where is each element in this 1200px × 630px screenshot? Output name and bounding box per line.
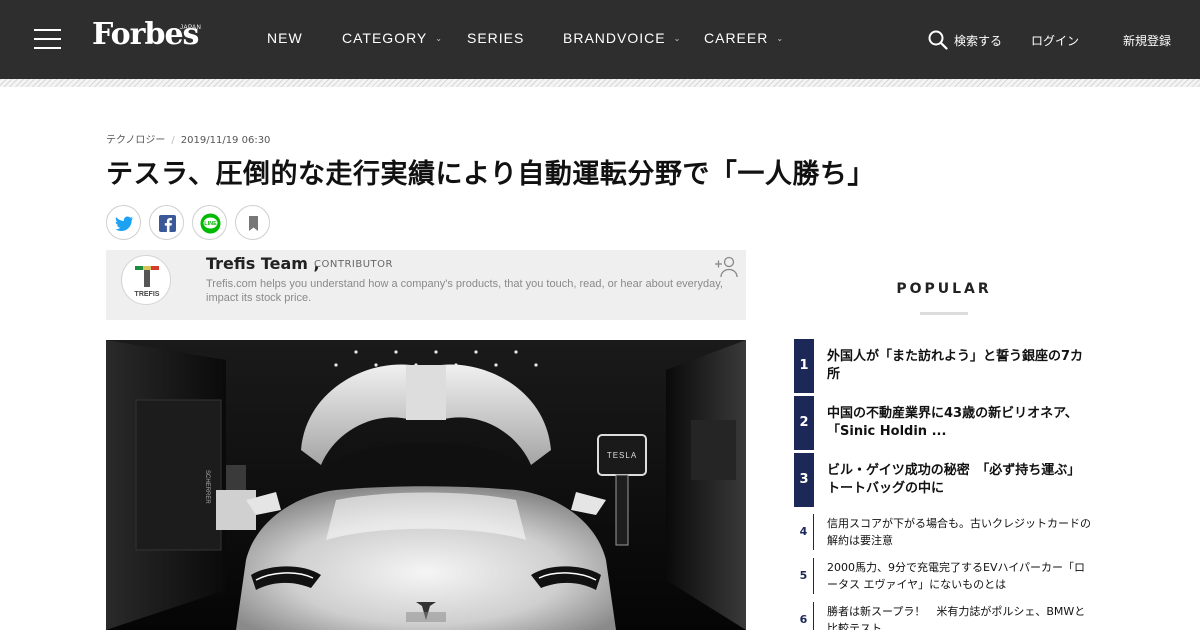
nav-brandvoice-label: BRANDVOICE: [563, 30, 666, 46]
chevron-down-icon: ⌄: [673, 34, 682, 43]
bookmark-button[interactable]: [235, 205, 270, 240]
login-link[interactable]: ログイン: [1031, 32, 1079, 49]
menu-icon[interactable]: [34, 29, 61, 49]
site-header: Forbes JAPAN NEW CATEGORY ⌄ SERIES BRANDV…: [0, 0, 1200, 79]
popular-item-title: 外国人が「また訪れよう」と誓う銀座の7カ所: [827, 349, 1084, 382]
popular-item-1[interactable]: 1 外国人が「また訪れよう」と誓う銀座の7カ所: [794, 339, 1094, 393]
nav-brandvoice[interactable]: BRANDVOICE ⌄: [563, 30, 681, 46]
author-name[interactable]: Trefis Team ,: [206, 254, 320, 273]
nav-series[interactable]: SERIES: [467, 30, 524, 46]
nav-career-label: CAREER: [704, 30, 769, 46]
line-icon: LINE: [200, 213, 221, 234]
header-divider: [0, 79, 1200, 87]
nav-category[interactable]: CATEGORY ⌄: [342, 30, 443, 46]
showroom-sign: SCHERRER: [204, 470, 210, 504]
logo-japan: JAPAN: [180, 25, 202, 31]
trefis-logo-icon: TREFIS: [135, 266, 160, 298]
bookmark-icon: [249, 216, 258, 231]
popular-item-title: 信用スコアが下がる場合も。古いクレジットカードの解約は要注意: [827, 517, 1091, 547]
article-date: 2019/11/19 06:30: [180, 135, 271, 146]
article-meta: テクノロジー / 2019/11/19 06:30: [106, 131, 270, 146]
author-role: CONTRIBUTOR: [314, 259, 393, 270]
popular-heading: POPULAR: [896, 281, 992, 297]
nav-new[interactable]: NEW: [267, 30, 303, 46]
rank-number: 2: [794, 396, 814, 450]
popular-item-6[interactable]: 6 勝者は新スープラ！ 米有力誌がポルシェ、BMWと比較テスト: [794, 602, 1094, 630]
popular-underline: [920, 312, 968, 315]
rank-number: 6: [794, 602, 814, 630]
forbes-logo[interactable]: Forbes JAPAN: [92, 17, 207, 57]
nav-category-label: CATEGORY: [342, 30, 428, 46]
popular-item-title: 中国の不動産業界に43歳の新ビリオネア、「Sinic Holdin ...: [827, 406, 1078, 439]
search-button[interactable]: 検索する: [954, 32, 1002, 49]
facebook-icon: [159, 215, 176, 232]
chevron-down-icon: ⌄: [776, 34, 785, 43]
author-description: Trefis.com helps you understand how a co…: [206, 278, 723, 304]
article-category[interactable]: テクノロジー: [106, 135, 165, 146]
register-link[interactable]: 新規登録: [1123, 32, 1171, 49]
rank-number: 4: [794, 514, 814, 550]
follow-user-icon[interactable]: [713, 255, 739, 279]
search-icon[interactable]: [928, 30, 948, 50]
rank-number: 5: [794, 558, 814, 594]
author-card: TREFIS Trefis Team , CONTRIBUTOR Trefis.…: [106, 250, 746, 320]
nav-series-label: SERIES: [467, 30, 525, 46]
rank-number: 3: [794, 453, 814, 507]
popular-item-5[interactable]: 5 2000馬力、9分で充電完了するEVハイパーカー「ロータス エヴァイヤ」にな…: [794, 558, 1094, 594]
meta-separator: /: [171, 135, 175, 146]
twitter-share-button[interactable]: [106, 205, 141, 240]
svg-text:LINE: LINE: [204, 221, 217, 227]
popular-item-3[interactable]: 3 ビル・ゲイツ成功の秘密 「必ず持ち運ぶ」トートバッグの中に: [794, 453, 1094, 507]
line-share-button[interactable]: LINE: [192, 205, 227, 240]
author-avatar[interactable]: TREFIS: [121, 255, 171, 305]
facebook-share-button[interactable]: [149, 205, 184, 240]
nav-career[interactable]: CAREER ⌄: [704, 30, 784, 46]
twitter-icon: [115, 216, 133, 231]
trefis-logo-text: TREFIS: [135, 291, 160, 298]
tesla-charger-sign: TESLA: [607, 451, 637, 460]
article-title: テスラ、圧倒的な走行実績により自動運転分野で「一人勝ち」: [106, 159, 875, 190]
popular-item-title: ビル・ゲイツ成功の秘密 「必ず持ち運ぶ」トートバッグの中に: [827, 463, 1081, 496]
nav-new-label: NEW: [267, 30, 303, 46]
popular-item-4[interactable]: 4 信用スコアが下がる場合も。古いクレジットカードの解約は要注意: [794, 514, 1094, 550]
rank-number: 1: [794, 339, 814, 393]
logo-wordmark: Forbes: [92, 17, 199, 52]
popular-item-title: 勝者は新スープラ！ 米有力誌がポルシェ、BMWと比較テスト: [827, 605, 1086, 630]
popular-item-title: 2000馬力、9分で充電完了するEVハイパーカー「ロータス エヴァイヤ」にないも…: [827, 561, 1086, 591]
popular-item-2[interactable]: 2 中国の不動産業界に43歳の新ビリオネア、「Sinic Holdin ...: [794, 396, 1094, 450]
hero-image: SCHERRER TESLA: [106, 340, 746, 630]
tesla-car-photo: SCHERRER TESLA: [106, 340, 746, 630]
chevron-down-icon: ⌄: [435, 34, 443, 43]
